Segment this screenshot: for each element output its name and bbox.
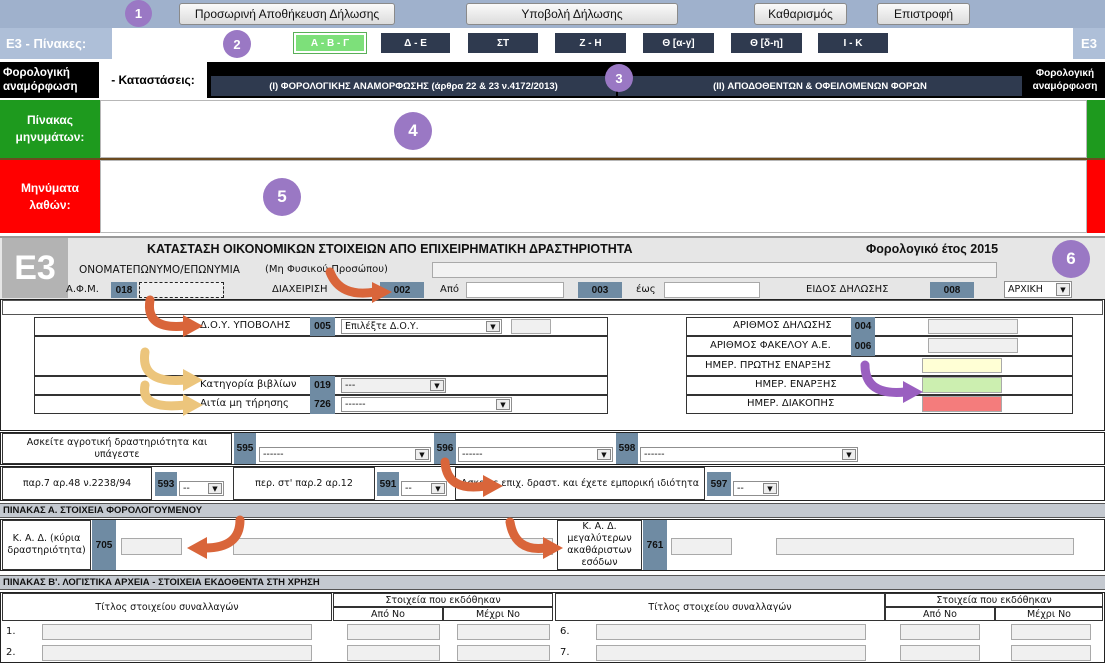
arrow-kad-top [505, 517, 550, 553]
arrow-period [325, 267, 380, 298]
annotation-arrows [140, 267, 923, 559]
arrowhead [372, 282, 392, 303]
arrowhead [483, 475, 503, 497]
arrowhead [183, 394, 203, 416]
arrowhead [183, 369, 203, 391]
arrow-doy [144, 295, 190, 331]
arrowhead [903, 381, 923, 403]
arrow-kad-main [200, 515, 245, 553]
arrow-reason [140, 380, 190, 411]
arrowhead [183, 315, 203, 337]
arrow-dates [860, 360, 910, 397]
arrowhead [187, 537, 207, 559]
arrow-trade [440, 457, 490, 492]
arrow-books [140, 347, 190, 385]
arrowhead [543, 537, 563, 559]
